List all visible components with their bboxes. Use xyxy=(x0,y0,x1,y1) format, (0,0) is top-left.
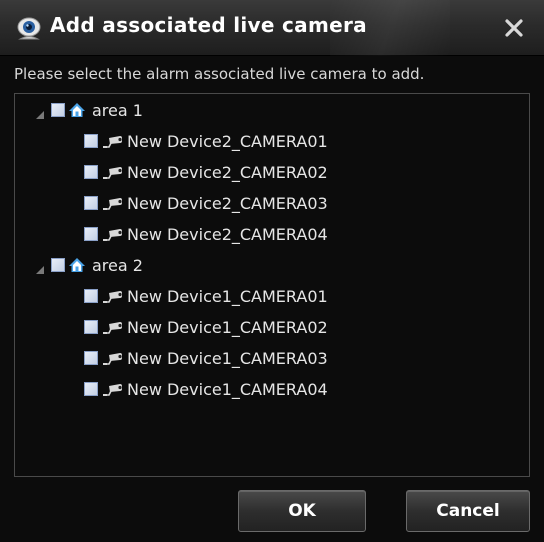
camera-checkbox[interactable] xyxy=(84,382,98,396)
camera-checkbox[interactable] xyxy=(84,196,98,210)
tree-node-camera[interactable]: New Device2_CAMERA04 xyxy=(84,220,328,248)
tree-node-camera[interactable]: New Device2_CAMERA02 xyxy=(84,158,328,186)
tree-node-camera[interactable]: New Device2_CAMERA01 xyxy=(84,127,328,155)
camera-label: New Device1_CAMERA01 xyxy=(127,286,328,306)
camera-checkbox[interactable] xyxy=(84,227,98,241)
camera-label: New Device2_CAMERA02 xyxy=(127,162,328,182)
close-button[interactable] xyxy=(500,14,528,42)
area-label: area 2 xyxy=(92,255,143,275)
camera-tree[interactable]: area 1 New Device2_CAMERA01 New Device2_… xyxy=(14,93,530,477)
home-icon xyxy=(68,256,86,274)
tree-node-area-1[interactable]: area 1 xyxy=(35,96,143,124)
camera-checkbox[interactable] xyxy=(84,320,98,334)
webcam-icon xyxy=(16,17,42,41)
camera-label: New Device2_CAMERA03 xyxy=(127,193,328,213)
camera-icon xyxy=(101,227,123,241)
camera-icon xyxy=(101,165,123,179)
camera-icon xyxy=(101,289,123,303)
dialog-title: Add associated live camera xyxy=(50,13,367,37)
camera-label: New Device2_CAMERA04 xyxy=(127,224,328,244)
camera-label: New Device1_CAMERA02 xyxy=(127,317,328,337)
area-checkbox[interactable] xyxy=(51,103,65,117)
camera-checkbox[interactable] xyxy=(84,165,98,179)
tree-node-camera[interactable]: New Device1_CAMERA04 xyxy=(84,375,328,403)
camera-icon xyxy=(101,382,123,396)
area-label: area 1 xyxy=(92,100,143,120)
instruction-text: Please select the alarm associated live … xyxy=(14,65,425,83)
tree-node-camera[interactable]: New Device1_CAMERA01 xyxy=(84,282,328,310)
tree-node-camera[interactable]: New Device1_CAMERA02 xyxy=(84,313,328,341)
camera-checkbox[interactable] xyxy=(84,289,98,303)
camera-icon xyxy=(101,134,123,148)
camera-label: New Device2_CAMERA01 xyxy=(127,131,328,151)
cancel-button[interactable]: Cancel xyxy=(406,490,530,532)
ok-button[interactable]: OK xyxy=(238,490,366,532)
expand-triangle-icon[interactable] xyxy=(35,260,45,274)
tree-node-area-2[interactable]: area 2 xyxy=(35,251,143,279)
camera-icon xyxy=(101,351,123,365)
area-checkbox[interactable] xyxy=(51,258,65,272)
camera-icon xyxy=(101,320,123,334)
camera-label: New Device1_CAMERA03 xyxy=(127,348,328,368)
title-bar[interactable]: Add associated live camera xyxy=(0,0,544,56)
tree-node-camera[interactable]: New Device2_CAMERA03 xyxy=(84,189,328,217)
add-associated-camera-dialog: Add associated live camera Please select… xyxy=(0,0,544,542)
camera-icon xyxy=(101,196,123,210)
close-icon xyxy=(505,19,523,37)
home-icon xyxy=(68,101,86,119)
camera-checkbox[interactable] xyxy=(84,134,98,148)
expand-triangle-icon[interactable] xyxy=(35,105,45,119)
camera-label: New Device1_CAMERA04 xyxy=(127,379,328,399)
tree-node-camera[interactable]: New Device1_CAMERA03 xyxy=(84,344,328,372)
camera-checkbox[interactable] xyxy=(84,351,98,365)
